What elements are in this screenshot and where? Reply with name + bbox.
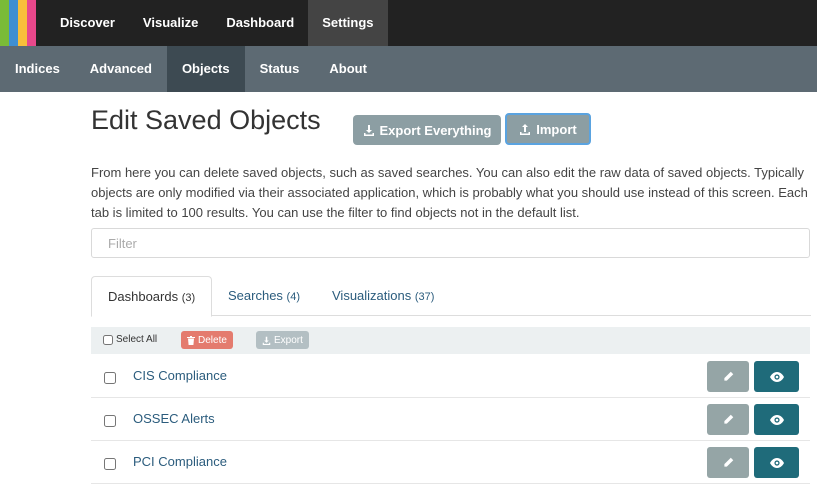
select-all[interactable]: Select All xyxy=(103,334,157,345)
download-icon xyxy=(363,125,374,136)
subnav-advanced[interactable]: Advanced xyxy=(75,46,167,92)
page-title: Edit Saved Objects xyxy=(91,105,321,135)
import-label: Import xyxy=(536,121,577,137)
tab-dashboards[interactable]: Dashboards (3) xyxy=(91,276,213,317)
saved-object-row: CIS Compliance xyxy=(91,355,810,398)
pencil-icon xyxy=(722,457,733,468)
subnav-objects[interactable]: Objects xyxy=(166,46,245,92)
view-button[interactable] xyxy=(754,404,799,435)
sub-nav: Indices Advanced Objects Status About xyxy=(0,46,382,92)
tab-searches[interactable]: Searches (4) xyxy=(212,276,316,317)
object-title-link[interactable]: OSSEC Alerts xyxy=(133,411,215,426)
saved-object-row: OSSEC Alerts xyxy=(91,398,810,441)
settings-subnav: Indices Advanced Objects Status About xyxy=(0,46,817,92)
edit-button[interactable] xyxy=(707,361,749,392)
tab-label: Dashboards xyxy=(108,289,179,304)
download-icon xyxy=(262,336,271,345)
tab-count: (4) xyxy=(286,291,300,303)
view-button[interactable] xyxy=(754,361,799,392)
trash-icon xyxy=(187,335,195,345)
export-everything-label: Export Everything xyxy=(379,122,492,138)
select-all-label: Select All xyxy=(116,334,158,345)
logo-stripe xyxy=(0,0,9,46)
pencil-icon xyxy=(722,414,733,425)
delete-button[interactable]: Delete xyxy=(181,331,233,349)
row-checkbox[interactable] xyxy=(104,372,116,384)
import-button[interactable]: Import xyxy=(505,113,591,145)
subnav-status[interactable]: Status xyxy=(245,46,315,92)
row-checkbox[interactable] xyxy=(104,458,116,470)
subnav-about[interactable]: About xyxy=(314,46,382,92)
edit-button[interactable] xyxy=(707,447,749,478)
edit-button[interactable] xyxy=(707,404,749,435)
select-all-checkbox[interactable] xyxy=(103,334,113,345)
top-nav: Discover Visualize Dashboard Settings xyxy=(46,0,388,46)
nav-dashboard[interactable]: Dashboard xyxy=(212,0,308,46)
export-button[interactable]: Export xyxy=(256,331,309,349)
page-description: From here you can delete saved objects, … xyxy=(91,165,808,220)
object-title-link[interactable]: PCI Compliance xyxy=(133,454,227,469)
object-type-tabs: Dashboards (3) Searches (4) Visualizatio… xyxy=(91,276,811,317)
saved-object-row: PCI Compliance xyxy=(91,441,810,484)
tab-label: Searches xyxy=(228,288,283,303)
export-everything-button[interactable]: Export Everything xyxy=(353,115,501,145)
pencil-icon xyxy=(722,371,733,382)
logo-stripe xyxy=(27,0,36,46)
row-checkbox[interactable] xyxy=(104,415,116,427)
view-button[interactable] xyxy=(754,447,799,478)
upload-icon xyxy=(520,124,531,135)
delete-label: Delete xyxy=(198,334,227,346)
tab-visualizations[interactable]: Visualizations (37) xyxy=(316,276,450,317)
top-navbar: Discover Visualize Dashboard Settings xyxy=(0,0,817,46)
nav-discover[interactable]: Discover xyxy=(46,0,129,46)
tab-count: (3) xyxy=(181,292,196,304)
subnav-indices[interactable]: Indices xyxy=(0,46,75,92)
logo-stripe xyxy=(18,0,27,46)
eye-icon xyxy=(769,371,784,382)
nav-visualize[interactable]: Visualize xyxy=(129,0,212,46)
objects-toolbar: Select All Delete Export xyxy=(91,327,810,354)
tab-label: Visualizations xyxy=(332,288,412,303)
object-title-link[interactable]: CIS Compliance xyxy=(133,368,227,383)
eye-icon xyxy=(769,414,784,425)
eye-icon xyxy=(769,457,784,468)
export-label: Export xyxy=(274,334,303,346)
tab-count: (37) xyxy=(414,291,435,303)
logo-stripe xyxy=(9,0,18,46)
kibana-logo[interactable] xyxy=(0,0,45,46)
filter-input[interactable] xyxy=(91,228,810,258)
nav-settings[interactable]: Settings xyxy=(308,0,388,46)
